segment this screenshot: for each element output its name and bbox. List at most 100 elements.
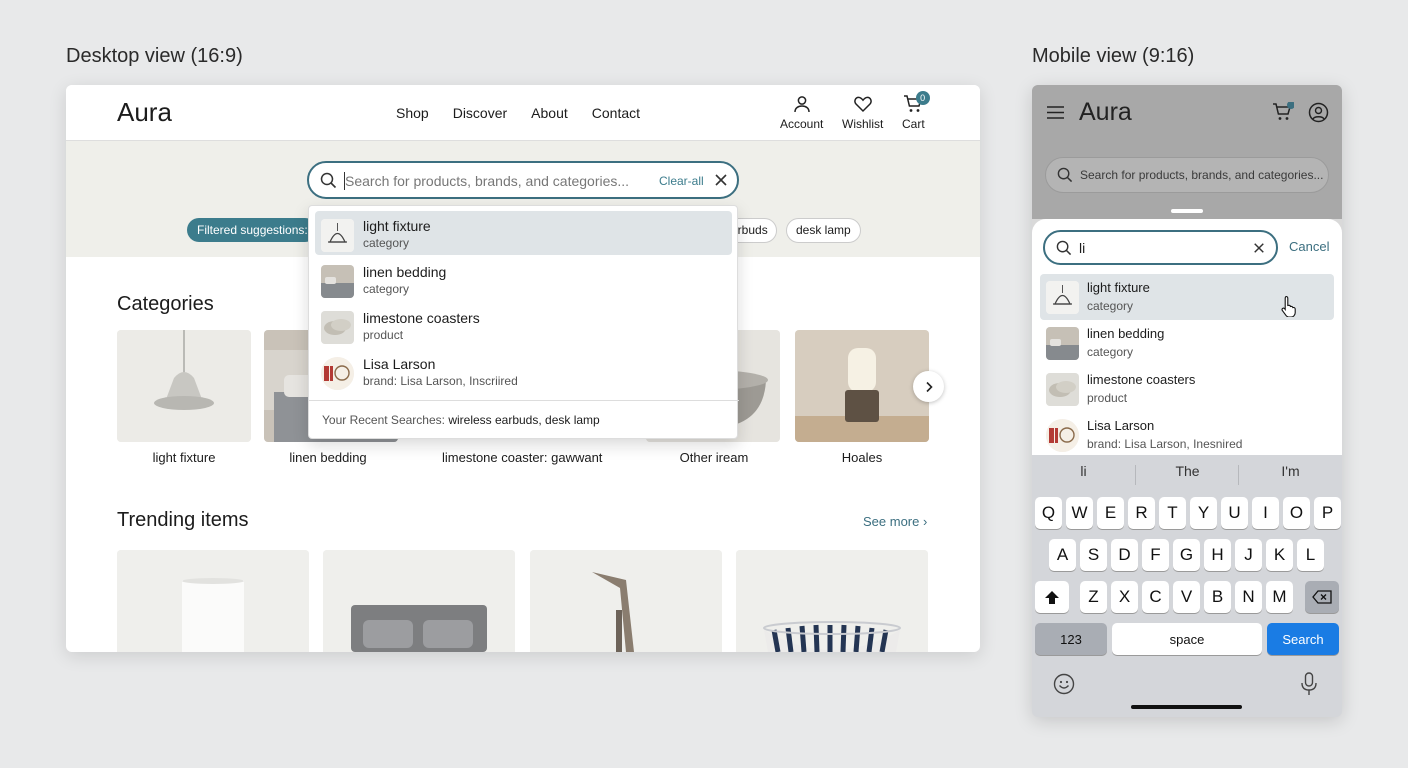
key[interactable]: Q [1035,497,1062,529]
mobile-suggestion-item[interactable]: limestone coasters product [1040,366,1334,412]
microphone-icon[interactable] [1300,672,1318,696]
prediction-suggestion[interactable]: I'm [1239,463,1342,479]
nav-about[interactable]: About [531,105,568,121]
recent-searches-label: Your Recent Searches: [322,413,445,427]
suggestion-item[interactable]: light fixture category [315,211,732,255]
sheet-grabber[interactable] [1171,209,1203,213]
categories-title: Categories [117,293,214,315]
nav-discover[interactable]: Discover [453,105,507,121]
mobile-frame: Aura Search for products, brands, and ca… [1032,85,1342,717]
striped-bowl-image [736,550,928,652]
brand-logo-thumbnail [321,357,354,390]
mobile-brand-logo[interactable]: Aura [1079,98,1132,127]
search-icon [1057,167,1073,183]
mobile-search-input[interactable]: li [1043,230,1278,265]
key[interactable]: A [1049,539,1076,571]
backspace-icon [1312,590,1332,604]
pointer-cursor-icon [1281,295,1296,317]
menu-icon[interactable] [1046,105,1065,120]
clear-all-button[interactable]: Clear-all [659,174,704,188]
trending-card[interactable] [323,550,515,652]
key[interactable]: D [1111,539,1138,571]
category-card-hoales[interactable] [795,330,929,442]
white-vase-image [117,550,309,652]
filtered-suggestions-chip[interactable]: Filtered suggestions: [187,218,317,242]
suggestion-item[interactable]: limestone coasters product [315,303,732,347]
recent-searches: Your Recent Searches: wireless earbuds, … [309,400,739,440]
key[interactable]: H [1204,539,1231,571]
recent-search-item[interactable]: desk lamp [545,413,600,427]
trending-card[interactable] [117,550,309,652]
key[interactable]: G [1173,539,1200,571]
key[interactable]: E [1097,497,1124,529]
emoji-icon[interactable] [1053,673,1075,695]
user-icon[interactable] [1308,102,1329,123]
key[interactable]: X [1111,581,1138,613]
category-card-light-fixture[interactable] [117,330,251,442]
key[interactable]: F [1142,539,1169,571]
suggestion-subtitle: brand: Lisa Larson, Inscriired [363,374,518,388]
key[interactable]: Z [1080,581,1107,613]
key[interactable]: C [1142,581,1169,613]
prediction-suggestion[interactable]: The [1136,463,1239,479]
search-key[interactable]: Search [1267,623,1339,655]
carousel-next-button[interactable] [913,371,944,402]
recent-search-item[interactable]: wireless earbuds, [448,413,541,427]
cancel-button[interactable]: Cancel [1289,239,1329,254]
shift-key[interactable] [1035,581,1069,613]
search-input[interactable]: Search for products, brands, and categor… [307,161,739,199]
key[interactable]: N [1235,581,1262,613]
nav-shop[interactable]: Shop [396,105,429,121]
mobile-suggestion-item[interactable]: light fixture category [1040,274,1334,320]
trending-card[interactable] [736,550,928,652]
see-more-link[interactable]: See more › [863,514,927,529]
key[interactable]: U [1221,497,1248,529]
key[interactable]: R [1128,497,1155,529]
clear-icon[interactable] [714,173,728,187]
space-key[interactable]: space [1112,623,1262,655]
key[interactable]: P [1314,497,1341,529]
key[interactable]: S [1080,539,1107,571]
wishlist-button[interactable]: Wishlist [842,94,883,131]
suggestion-title: light fixture [363,218,431,234]
backspace-key[interactable] [1305,581,1339,613]
coasters-thumbnail [1046,373,1079,406]
suggestion-subtitle: brand: Lisa Larson, Inesnired [1087,437,1243,451]
key[interactable]: L [1297,539,1324,571]
suggestion-pill[interactable]: desk lamp [786,218,861,243]
key[interactable]: B [1204,581,1231,613]
mobile-search-placeholder: Search for products, brands, and categor… [1080,168,1324,182]
suggestion-title: limestone coasters [363,310,480,326]
key[interactable]: Y [1190,497,1217,529]
suggestion-item[interactable]: linen bedding category [315,257,732,301]
suggestion-title: linen bedding [1087,326,1165,341]
clear-icon[interactable] [1253,242,1265,254]
suggestion-item[interactable]: Lisa Larson brand: Lisa Larson, Inscriir… [315,349,732,393]
search-icon [320,172,337,189]
mobile-suggestion-item[interactable]: linen bedding category [1040,320,1334,366]
key[interactable]: T [1159,497,1186,529]
suggestion-title: Lisa Larson [1087,418,1155,433]
cart-button[interactable]: 0 Cart [902,91,930,131]
mobile-suggestion-item[interactable]: Lisa Larson brand: Lisa Larson, Inesnire… [1040,412,1334,458]
cart-count-badge: 0 [915,91,930,105]
key[interactable]: I [1252,497,1279,529]
numbers-key[interactable]: 123 [1035,623,1107,655]
nav-contact[interactable]: Contact [592,105,640,121]
key[interactable]: V [1173,581,1200,613]
account-button[interactable]: Account [780,94,823,131]
gray-bed-image [323,550,515,652]
key[interactable]: J [1235,539,1262,571]
bedding-thumbnail [1046,327,1079,360]
key[interactable]: O [1283,497,1310,529]
brand-logo[interactable]: Aura [117,97,172,128]
prediction-suggestion[interactable]: li [1032,463,1135,479]
cart-icon[interactable] [1272,102,1294,122]
suggestion-title: limestone coasters [1087,372,1196,387]
shift-icon [1045,590,1059,604]
trending-card[interactable] [530,550,722,652]
key[interactable]: M [1266,581,1293,613]
bedding-thumbnail [321,265,354,298]
key[interactable]: K [1266,539,1293,571]
key[interactable]: W [1066,497,1093,529]
